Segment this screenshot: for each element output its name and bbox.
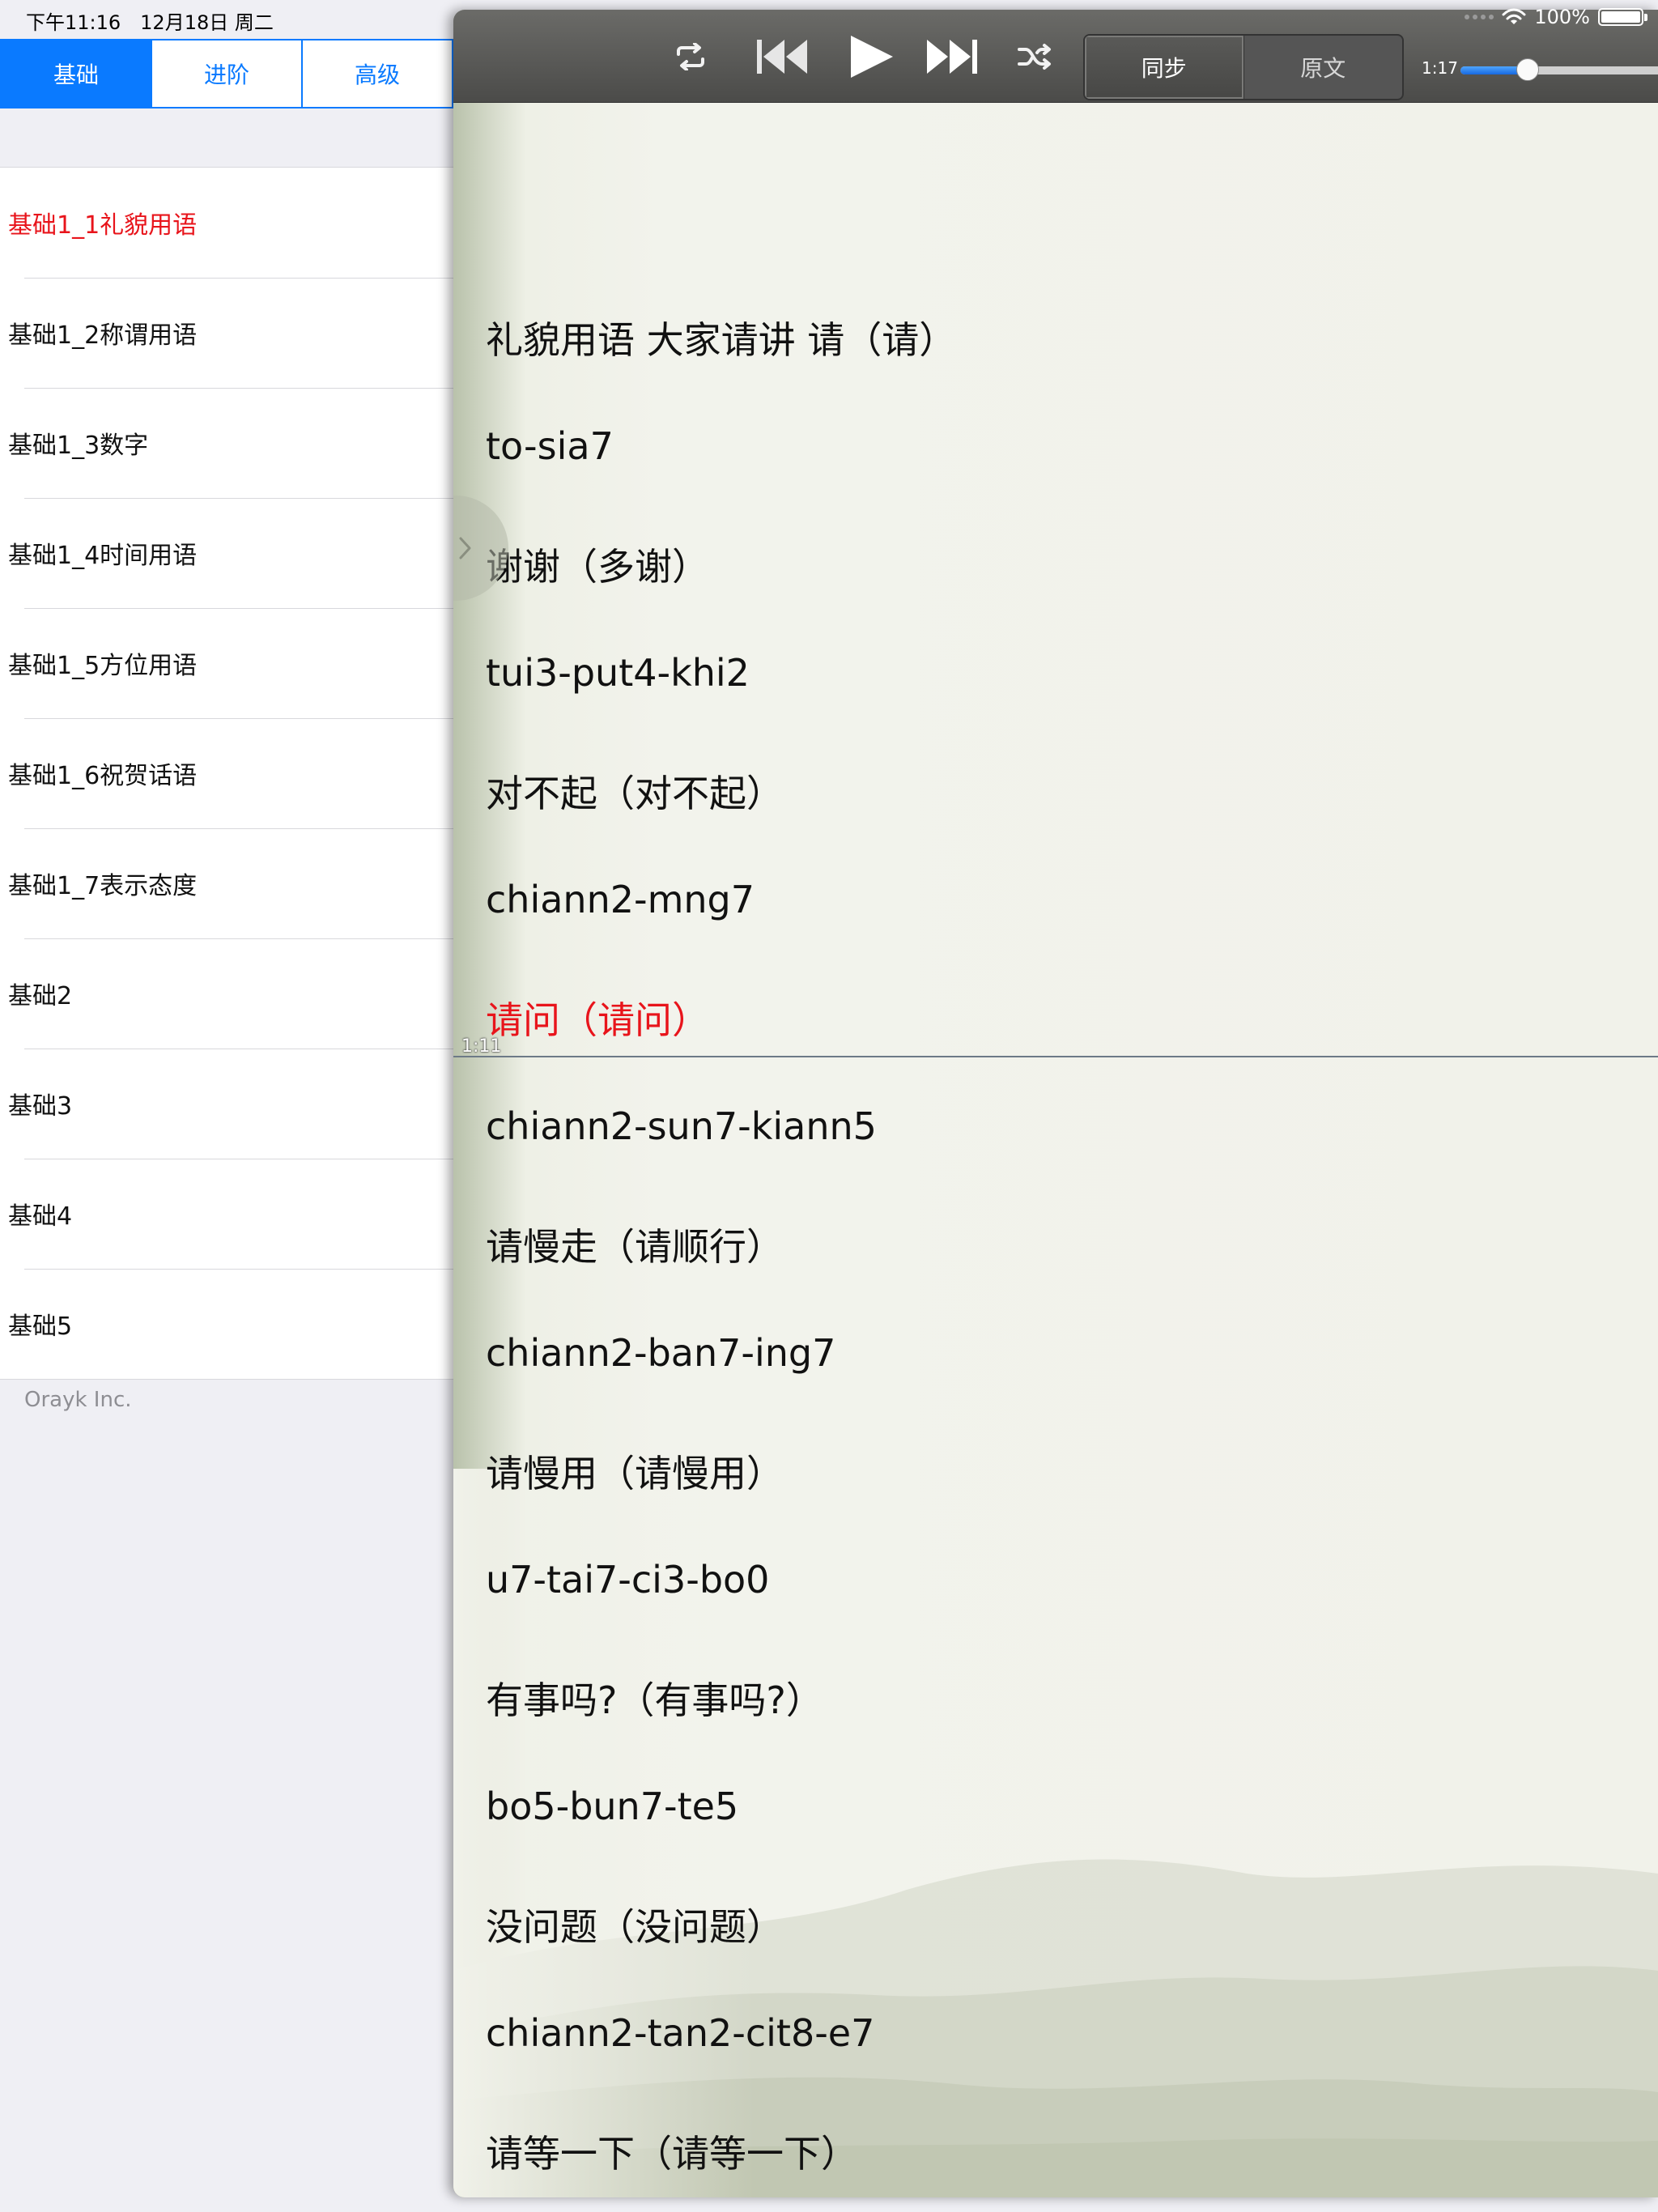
lyric-line[interactable]: chiann2-ban7-ing7 [486,1331,835,1375]
progress-thumb[interactable] [1516,58,1539,81]
battery-percent: 100% [1534,6,1590,28]
lyric-line[interactable]: 请等一下（请等一下） [486,2125,858,2178]
lesson-item[interactable]: 基础1_5方位用语 [0,608,453,718]
lesson-item[interactable]: 基础1_4时间用语 [0,498,453,608]
mode-original-button[interactable]: 原文 [1244,36,1403,99]
lyric-line[interactable]: chiann2-tan2-cit8-e7 [486,2011,874,2055]
tab-intermediate[interactable]: 进阶 [152,40,303,107]
tab-basic[interactable]: 基础 [2,40,152,107]
status-indicators: 100% [1465,6,1647,28]
lyric-line[interactable]: 有事吗?（有事吗?） [486,1671,823,1725]
lyric-line[interactable]: chiann2-mng7 [486,878,755,921]
progress-slider[interactable] [1460,66,1658,74]
lesson-item[interactable]: 基础5 [0,1269,453,1379]
lyric-line[interactable]: 请慢用（请慢用） [486,1444,784,1498]
sidebar: 基础 进阶 高级 基础1_1礼貌用语 基础1_2称谓用语 基础1_3数字 基础1… [0,0,453,2212]
current-position-time: 1:11 [461,1036,502,1057]
lesson-item[interactable]: 基础1_2称谓用语 [0,278,453,388]
lyric-line[interactable]: 礼貌用语 大家请讲 请（请） [486,311,956,364]
lesson-item[interactable]: 基础1_7表示态度 [0,828,453,938]
repeat-icon[interactable] [670,34,711,79]
lyric-line[interactable]: to-sia7 [486,424,614,468]
lesson-item[interactable]: 基础1_3数字 [0,388,453,498]
lyric-line[interactable]: chiann2-sun7-kiann5 [486,1104,877,1148]
elapsed-time: 1:17 [1422,58,1458,78]
chevron-right-icon [459,537,471,559]
mode-sync-button[interactable]: 同步 [1085,36,1244,99]
player-panel: 同步 原文 1:17 礼貌用语 大家请讲 请（请） to-sia7 谢谢（多谢）… [453,10,1658,2197]
lyric-line[interactable]: bo5-bun7-te5 [486,1784,738,1828]
lyric-line[interactable]: u7-tai7-ci3-bo0 [486,1558,769,1602]
lyric-line[interactable]: 请问（请问） [486,991,709,1044]
next-icon[interactable] [923,34,981,79]
play-icon[interactable] [845,34,897,79]
lesson-item[interactable]: 基础2 [0,938,453,1049]
wifi-icon [1502,8,1526,24]
previous-icon[interactable] [753,34,811,79]
signal-icon [1465,15,1494,19]
shuffle-icon[interactable] [1015,34,1056,79]
lyric-line[interactable]: 请慢走（请顺行） [486,1218,784,1271]
lyric-line[interactable]: 没问题（没问题） [486,1898,784,1951]
lyric-line[interactable]: 对不起（对不起） [486,764,784,818]
lesson-list: 基础1_1礼貌用语 基础1_2称谓用语 基础1_3数字 基础1_4时间用语 基础… [0,167,453,1380]
lesson-item[interactable]: 基础1_6祝贺话语 [0,718,453,828]
display-mode-control: 同步 原文 [1083,34,1404,100]
lyric-line[interactable]: 谢谢（多谢） [486,538,709,591]
lesson-item[interactable]: 基础3 [0,1049,453,1159]
battery-icon [1598,8,1647,26]
current-position-line [453,1056,1658,1057]
level-segmented-control: 基础 进阶 高级 [0,39,453,108]
company-footer: Orayk Inc. [24,1388,132,1412]
lesson-item[interactable]: 基础4 [0,1159,453,1269]
lesson-item[interactable]: 基础1_1礼貌用语 [0,168,453,278]
tab-advanced[interactable]: 高级 [303,40,452,107]
lyric-line[interactable]: tui3-put4-khi2 [486,651,750,695]
status-bar: 下午11:16 12月18日 周二 100% [0,0,1658,39]
status-time: 下午11:16 12月18日 周二 [26,11,274,34]
